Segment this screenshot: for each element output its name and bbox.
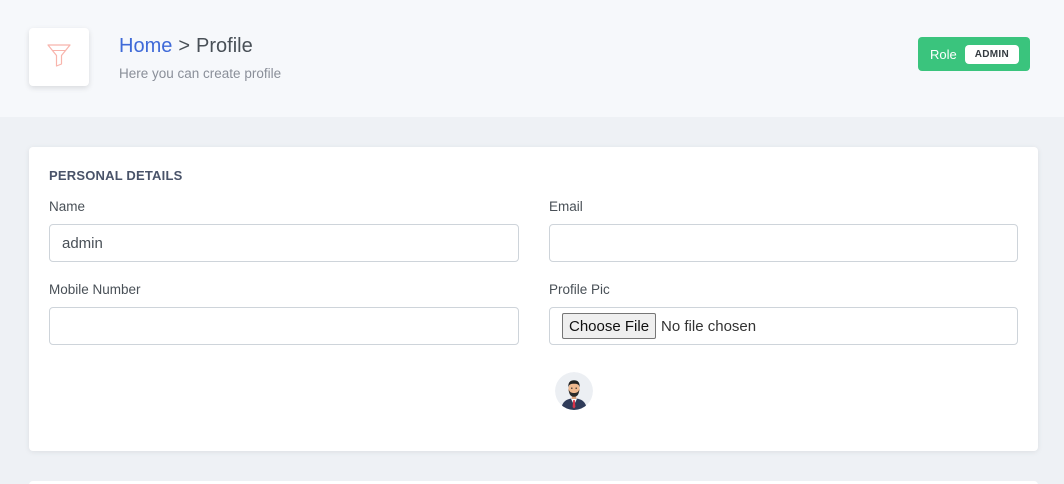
name-label: Name [49, 199, 86, 214]
role-button[interactable]: Role ADMIN [918, 37, 1030, 71]
user-avatar-icon [555, 372, 593, 410]
role-badge: ADMIN [964, 44, 1020, 64]
file-status: No file chosen [661, 317, 757, 335]
mobile-number-input[interactable] [49, 307, 519, 345]
breadcrumb-current: Profile [196, 35, 253, 57]
mobile-number-label: Mobile Number [49, 282, 141, 297]
profile-pic-file-input[interactable]: Choose File No file chosen [549, 307, 1018, 345]
personal-details-card: PERSONAL DETAILS Name Email Mobile Numbe… [29, 147, 1038, 451]
name-input[interactable] [49, 224, 519, 262]
choose-file-button[interactable]: Choose File [562, 313, 657, 339]
card-title: PERSONAL DETAILS [49, 168, 183, 183]
profile-pic-label: Profile Pic [549, 282, 610, 297]
page: Home > Profile Here you can create profile… [0, 0, 1064, 484]
role-label: Role [930, 46, 957, 62]
funnel-icon [45, 41, 73, 74]
breadcrumb-home-link[interactable]: Home [119, 35, 172, 57]
email-input[interactable] [549, 224, 1018, 262]
page-header: Home > Profile Here you can create profile… [0, 0, 1064, 117]
email-label: Email [549, 199, 583, 214]
header-icon-box [29, 28, 89, 86]
page-subtitle: Here you can create profile [119, 66, 282, 81]
breadcrumb: Home > Profile [119, 35, 253, 58]
breadcrumb-separator: > [178, 35, 191, 57]
